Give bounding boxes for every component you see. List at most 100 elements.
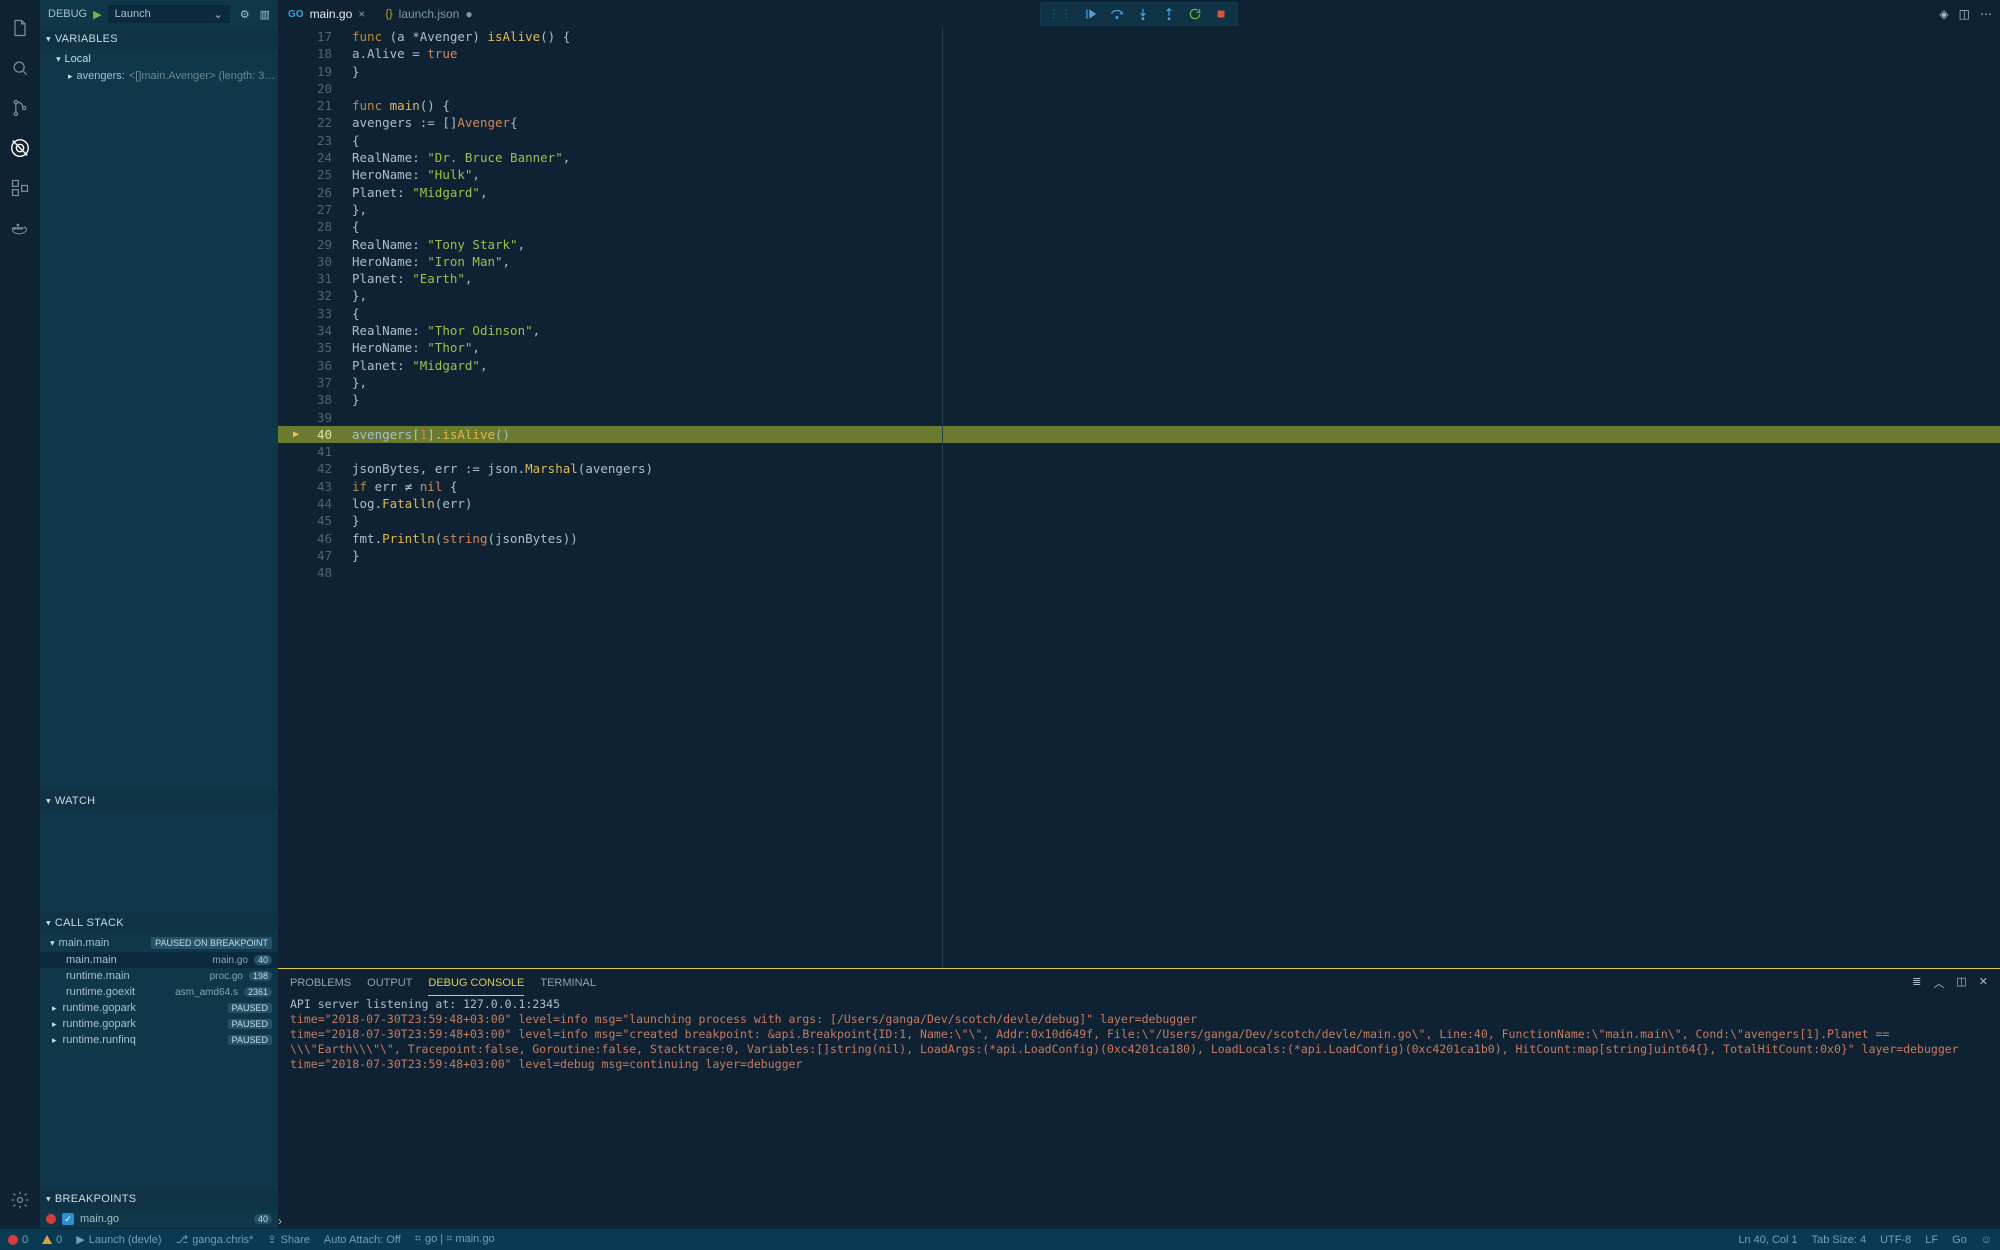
debug-console-output[interactable]: API server listening at: 127.0.0.1:2345t… (278, 997, 2000, 1214)
code-line[interactable]: 19} (278, 63, 2000, 80)
code-line[interactable]: 45 } (278, 512, 2000, 529)
status-indent[interactable]: Tab Size: 4 (1812, 1234, 1866, 1246)
code-line[interactable]: 37 }, (278, 374, 2000, 391)
close-tab-icon[interactable]: × (358, 7, 365, 21)
code-line[interactable]: 39 (278, 409, 2000, 426)
stop-icon[interactable] (1213, 6, 1229, 22)
code-line[interactable]: 29 RealName: "Tony Stark", (278, 236, 2000, 253)
debug-console-input[interactable]: › (278, 1214, 2000, 1228)
callstack-thread[interactable]: main.main PAUSED ON BREAKPOINT (40, 934, 278, 952)
callstack-frame[interactable]: runtime.goparkPAUSED (40, 1016, 278, 1032)
status-feedback-icon[interactable]: ☺ (1981, 1234, 1992, 1246)
status-auto-attach[interactable]: Auto Attach: Off (324, 1234, 401, 1246)
extensions-icon[interactable] (0, 168, 40, 208)
variable-row[interactable]: avengers: <[]main.Avenger> (length: 3… (40, 68, 278, 84)
breakpoints-header[interactable]: BREAKPOINTS (40, 1188, 278, 1210)
editor-tab-main[interactable]: GOmain.go× (278, 0, 375, 28)
panel-tab-output[interactable]: OUTPUT (367, 971, 412, 995)
panel-tab-debug-console[interactable]: DEBUG CONSOLE (428, 971, 524, 996)
breakpoint-row[interactable]: ✓main.go40 (46, 1213, 272, 1225)
callstack-header[interactable]: CALL STACK (40, 912, 278, 934)
source-control-icon[interactable] (0, 88, 40, 128)
editor-tab-launch[interactable]: {}launch.json● (375, 0, 482, 28)
debug-toolbar[interactable]: ⋮⋮ (1040, 2, 1238, 26)
watch-header[interactable]: WATCH (40, 790, 278, 812)
status-breadcrumb[interactable]: ⌗ go | ⌗ main.go (415, 1233, 495, 1246)
more-actions-icon[interactable]: ⋯ (1980, 7, 1992, 21)
code-line[interactable]: 21func main() { (278, 97, 2000, 114)
step-over-icon[interactable] (1109, 6, 1125, 22)
status-debug-target[interactable]: ▶ Launch (devle) (76, 1233, 161, 1246)
code-line[interactable]: 46 fmt.Println(string(jsonBytes)) (278, 530, 2000, 547)
code-line[interactable]: 28 { (278, 218, 2000, 235)
panel-tab-problems[interactable]: PROBLEMS (290, 971, 351, 995)
split-editor-icon[interactable]: ◫ (1959, 7, 1970, 21)
sidebar-title: DEBUG (48, 8, 87, 20)
editor-area: GOmain.go×{}launch.json● ⋮⋮ ◈ ◫ ⋯ 17func… (278, 0, 2000, 1228)
status-eol[interactable]: LF (1925, 1234, 1938, 1246)
code-line[interactable]: 34 RealName: "Thor Odinson", (278, 322, 2000, 339)
status-git-branch[interactable]: ⎇ ganga.chris* (176, 1233, 254, 1246)
code-line[interactable]: 23 { (278, 132, 2000, 149)
debug-settings-gear-icon[interactable]: ⚙ (236, 8, 254, 21)
variables-scope[interactable]: Local (40, 50, 278, 68)
start-debug-icon[interactable]: ▶ (93, 8, 101, 21)
callstack-frame[interactable]: runtime.mainproc.go198 (40, 968, 278, 984)
search-icon[interactable] (0, 48, 40, 88)
panel-tab-terminal[interactable]: TERMINAL (540, 971, 596, 995)
code-line[interactable]: 41 (278, 443, 2000, 460)
panel-close-icon[interactable]: ✕ (1979, 975, 1988, 991)
code-line[interactable]: 18 a.Alive = true (278, 45, 2000, 62)
code-line[interactable]: 30 HeroName: "Iron Man", (278, 253, 2000, 270)
code-line[interactable]: 20 (278, 80, 2000, 97)
code-line[interactable]: 27 }, (278, 201, 2000, 218)
docker-icon[interactable] (0, 208, 40, 248)
code-line[interactable]: 17func (a *Avenger) isAlive() { (278, 28, 2000, 45)
step-into-icon[interactable] (1135, 6, 1151, 22)
code-line[interactable]: 25 HeroName: "Hulk", (278, 166, 2000, 183)
variables-header[interactable]: VARIABLES (40, 28, 278, 50)
status-warnings[interactable]: 0 (42, 1234, 62, 1246)
callstack-frame[interactable]: runtime.goparkPAUSED (40, 1000, 278, 1016)
explorer-icon[interactable] (0, 8, 40, 48)
debug-console-toggle-icon[interactable]: ▥ (260, 8, 270, 21)
code-line[interactable]: 44 log.Fatalln(err) (278, 495, 2000, 512)
status-cursor-pos[interactable]: Ln 40, Col 1 (1738, 1234, 1797, 1246)
settings-gear-icon[interactable] (0, 1180, 40, 1220)
code-line[interactable]: 48 (278, 564, 2000, 581)
watch-body[interactable] (40, 812, 278, 912)
code-line[interactable]: 43 if err ≠ nil { (278, 478, 2000, 495)
code-line[interactable]: 33 { (278, 305, 2000, 322)
callstack-frame[interactable]: runtime.goexitasm_amd64.s2361 (40, 984, 278, 1000)
status-language[interactable]: Go (1952, 1234, 1967, 1246)
code-line[interactable]: 36 Planet: "Midgard", (278, 357, 2000, 374)
code-line[interactable]: 26 Planet: "Midgard", (278, 184, 2000, 201)
restart-icon[interactable] (1187, 6, 1203, 22)
go-to-file-icon[interactable]: ◈ (1939, 7, 1948, 21)
breakpoint-checkbox[interactable]: ✓ (62, 1213, 74, 1225)
callstack-frame[interactable]: main.mainmain.go40 (40, 952, 278, 968)
code-line[interactable]: 38 } (278, 391, 2000, 408)
code-line[interactable]: ▶40 avengers[1].isAlive() (278, 426, 2000, 443)
code-line[interactable]: 42 jsonBytes, err := json.Marshal(avenge… (278, 460, 2000, 477)
bottom-panel: PROBLEMS OUTPUT DEBUG CONSOLE TERMINAL ≣… (278, 968, 2000, 1228)
continue-icon[interactable] (1083, 6, 1099, 22)
code-line[interactable]: 24 RealName: "Dr. Bruce Banner", (278, 149, 2000, 166)
code-line[interactable]: 22 avengers := []Avenger{ (278, 114, 2000, 131)
code-editor[interactable]: 17func (a *Avenger) isAlive() {18 a.Aliv… (278, 28, 2000, 968)
status-live-share[interactable]: ⇪ Share (267, 1233, 310, 1246)
panel-clear-icon[interactable]: ≣ (1912, 975, 1921, 991)
panel-maximize-icon[interactable]: ◫ (1956, 975, 1966, 991)
code-line[interactable]: 32 }, (278, 287, 2000, 304)
step-out-icon[interactable] (1161, 6, 1177, 22)
panel-collapse-icon[interactable]: ︿ (1933, 975, 1944, 991)
debug-icon[interactable] (0, 128, 40, 168)
debug-config-select[interactable]: Launch ⌄ (108, 5, 230, 23)
toolbar-drag-handle[interactable]: ⋮⋮ (1049, 9, 1073, 20)
status-encoding[interactable]: UTF-8 (1880, 1234, 1911, 1246)
code-line[interactable]: 31 Planet: "Earth", (278, 270, 2000, 287)
code-line[interactable]: 35 HeroName: "Thor", (278, 339, 2000, 356)
status-errors[interactable]: 0 (8, 1234, 28, 1246)
code-line[interactable]: 47} (278, 547, 2000, 564)
callstack-frame[interactable]: runtime.runfinqPAUSED (40, 1032, 278, 1048)
